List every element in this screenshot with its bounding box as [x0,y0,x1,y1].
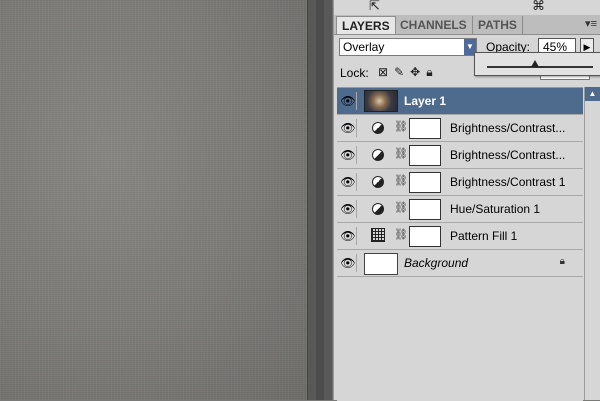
link-icon: ⛓︎ [394,121,408,133]
lock-label: Lock: [340,66,369,80]
layer-row[interactable]: 👁︎ ⛓︎ Brightness/Contrast... [337,115,583,142]
opacity-slider-track[interactable] [487,66,593,68]
layer-mask [409,172,441,193]
layer-name: Hue/Saturation 1 [450,202,541,216]
lock-position-icon[interactable]: ✥ [410,65,426,79]
eye-icon[interactable]: 👁︎ [340,200,357,218]
pattern-icon [371,228,385,242]
adjustment-icon [372,149,384,161]
adjustment-icon [372,122,384,134]
tool-presets-icon[interactable]: ⌘ [532,0,545,14]
lock-paint-icon[interactable]: ✎ [394,65,410,79]
opacity-slider-popup [474,52,600,76]
panel-menu-icon[interactable]: ▾≡ [585,17,597,30]
layer-name: Brightness/Contrast... [450,148,566,162]
layer-row[interactable]: 👁︎ Layer 1 [337,88,583,115]
layer-row[interactable]: 👁︎ ⛓︎ Brightness/Contrast... [337,142,583,169]
panel-tabs: LAYERS CHANNELS PATHS ▾≡ [334,15,600,35]
layer-name: Layer 1 [404,94,447,108]
eye-icon[interactable]: 👁︎ [340,227,357,245]
layer-name: Pattern Fill 1 [450,229,518,243]
layers-list: 👁︎ Layer 1 👁︎ ⛓︎ Brightness/Contrast... … [337,87,583,401]
link-icon: ⛓︎ [394,202,408,214]
layer-name: Brightness/Contrast... [450,121,566,135]
layer-mask [409,199,441,220]
tab-channels[interactable]: CHANNELS [395,16,473,34]
lock-transparent-icon[interactable]: ⊠ [378,65,394,79]
panel-divider [307,0,333,400]
layer-mask [409,145,441,166]
layer-thumbnail [364,253,398,275]
opacity-slider-thumb[interactable] [530,60,539,67]
layer-mask [409,118,441,139]
layer-mask [409,226,441,247]
eye-icon[interactable]: 👁︎ [340,119,357,137]
eye-icon[interactable]: 👁︎ [340,92,357,110]
layer-thumbnail [364,90,398,112]
eye-icon[interactable]: 👁︎ [340,146,357,164]
adjustment-icon [372,176,384,188]
layer-row[interactable]: 👁︎ ⛓︎ Pattern Fill 1 [337,223,583,250]
blend-mode-select[interactable]: Overlay ▼ [339,38,477,56]
lock-icon: 🔒︎ [559,256,565,267]
layer-row[interactable]: 👁︎ ⛓︎ Brightness/Contrast 1 [337,169,583,196]
scroll-up-arrow[interactable]: ▲ [585,87,600,101]
tab-layers[interactable]: LAYERS [336,16,396,34]
dock-top-icons: ⇱ ⌘ [334,0,600,14]
tab-paths[interactable]: PATHS [473,16,523,34]
image-canvas[interactable] [0,0,307,400]
blend-mode-value: Overlay [343,40,385,54]
link-icon: ⛓︎ [394,229,408,241]
eye-icon[interactable]: 👁︎ [340,254,357,272]
dock-strip [316,0,324,400]
adjustment-icon [372,203,384,215]
lock-all-icon[interactable]: 🔒︎ [426,65,438,79]
layers-scrollbar[interactable]: ▲ [584,87,600,400]
link-icon: ⛓︎ [394,148,408,160]
layer-row[interactable]: 👁︎ ⛓︎ Hue/Saturation 1 [337,196,583,223]
link-icon: ⛓︎ [394,175,408,187]
eye-icon[interactable]: 👁︎ [340,173,357,191]
navigator-icon[interactable]: ⇱ [369,0,380,14]
lock-options: ⊠✎✥🔒︎ [378,65,439,80]
layer-row[interactable]: 👁︎ Background 🔒︎ [337,250,583,277]
layer-name: Background [404,256,469,270]
layers-panel: ⇱ ⌘ LAYERS CHANNELS PATHS ▾≡ Overlay ▼ O… [333,0,600,401]
layer-name: Brightness/Contrast 1 [450,175,566,189]
